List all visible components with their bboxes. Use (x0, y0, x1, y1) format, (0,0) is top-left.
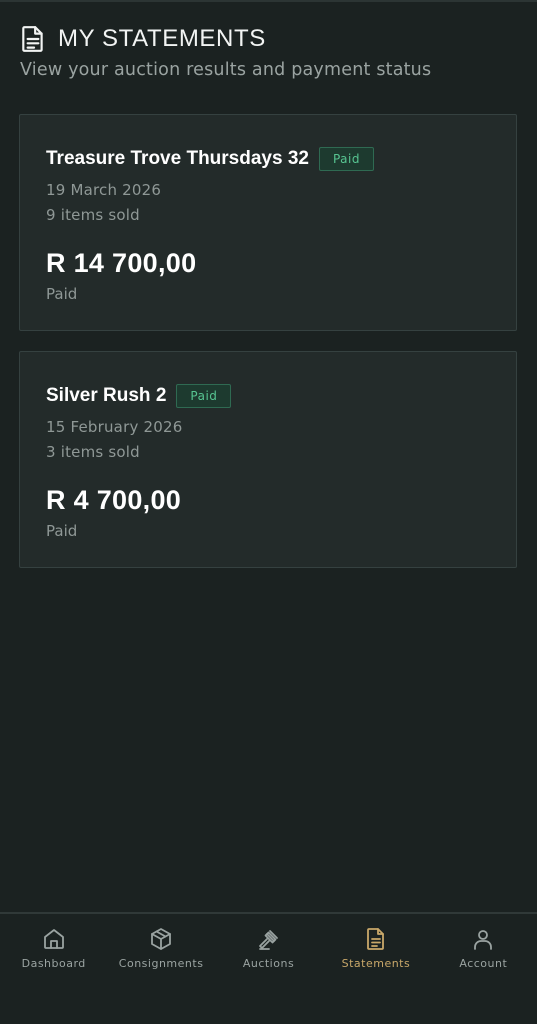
nav-item-auctions[interactable]: Auctions (215, 914, 322, 1024)
statement-date: 19 March 2026 (46, 181, 162, 199)
page-title: MY STATEMENTS (58, 25, 266, 52)
auction-name: Silver Rush 2 (46, 385, 167, 406)
status-badge: Paid (318, 147, 374, 171)
payment-status: Paid (46, 285, 78, 303)
statement-card[interactable]: Treasure Trove Thursdays 32 Paid 19 Marc… (19, 114, 517, 331)
top-divider (0, 0, 537, 2)
nav-label-consignments: Consignments (118, 957, 204, 970)
bottom-navigation: Dashboard Consignments Auctions Statemen… (0, 912, 537, 1024)
user-icon (474, 930, 493, 950)
nav-item-consignments[interactable]: Consignments (107, 914, 214, 1024)
page-header: MY STATEMENTS View your auction results … (20, 24, 517, 80)
statement-card-header: Treasure Trove Thursdays 32 Paid (46, 147, 374, 171)
gavel-icon (258, 930, 278, 950)
auction-name: Treasure Trove Thursdays 32 (46, 148, 309, 169)
items-sold: 3 items sold (46, 443, 140, 461)
nav-label-dashboard: Dashboard (21, 957, 86, 970)
statement-card-header: Silver Rush 2 Paid (46, 384, 232, 408)
title-row: MY STATEMENTS (20, 24, 517, 54)
status-badge: Paid (176, 384, 232, 408)
box-icon (151, 928, 172, 950)
statement-amount: R 4 700,00 (46, 485, 182, 515)
nav-item-statements[interactable]: Statements (322, 914, 429, 1024)
document-icon (22, 26, 43, 52)
payment-status: Paid (46, 522, 78, 540)
nav-item-account[interactable]: Account (430, 914, 537, 1024)
page-subtitle: View your auction results and payment st… (20, 60, 432, 80)
document-icon (367, 928, 384, 950)
home-icon (43, 929, 64, 949)
nav-label-account: Account (459, 957, 508, 970)
statement-date: 15 February 2026 (46, 418, 183, 436)
nav-item-dashboard[interactable]: Dashboard (0, 914, 107, 1024)
statement-amount: R 14 700,00 (46, 248, 197, 278)
nav-label-statements: Statements (341, 957, 411, 970)
statement-card[interactable]: Silver Rush 2 Paid 15 February 2026 3 it… (19, 351, 517, 568)
items-sold: 9 items sold (46, 206, 140, 224)
nav-label-auctions: Auctions (242, 957, 295, 970)
statements-page: MY STATEMENTS View your auction results … (0, 0, 537, 1024)
